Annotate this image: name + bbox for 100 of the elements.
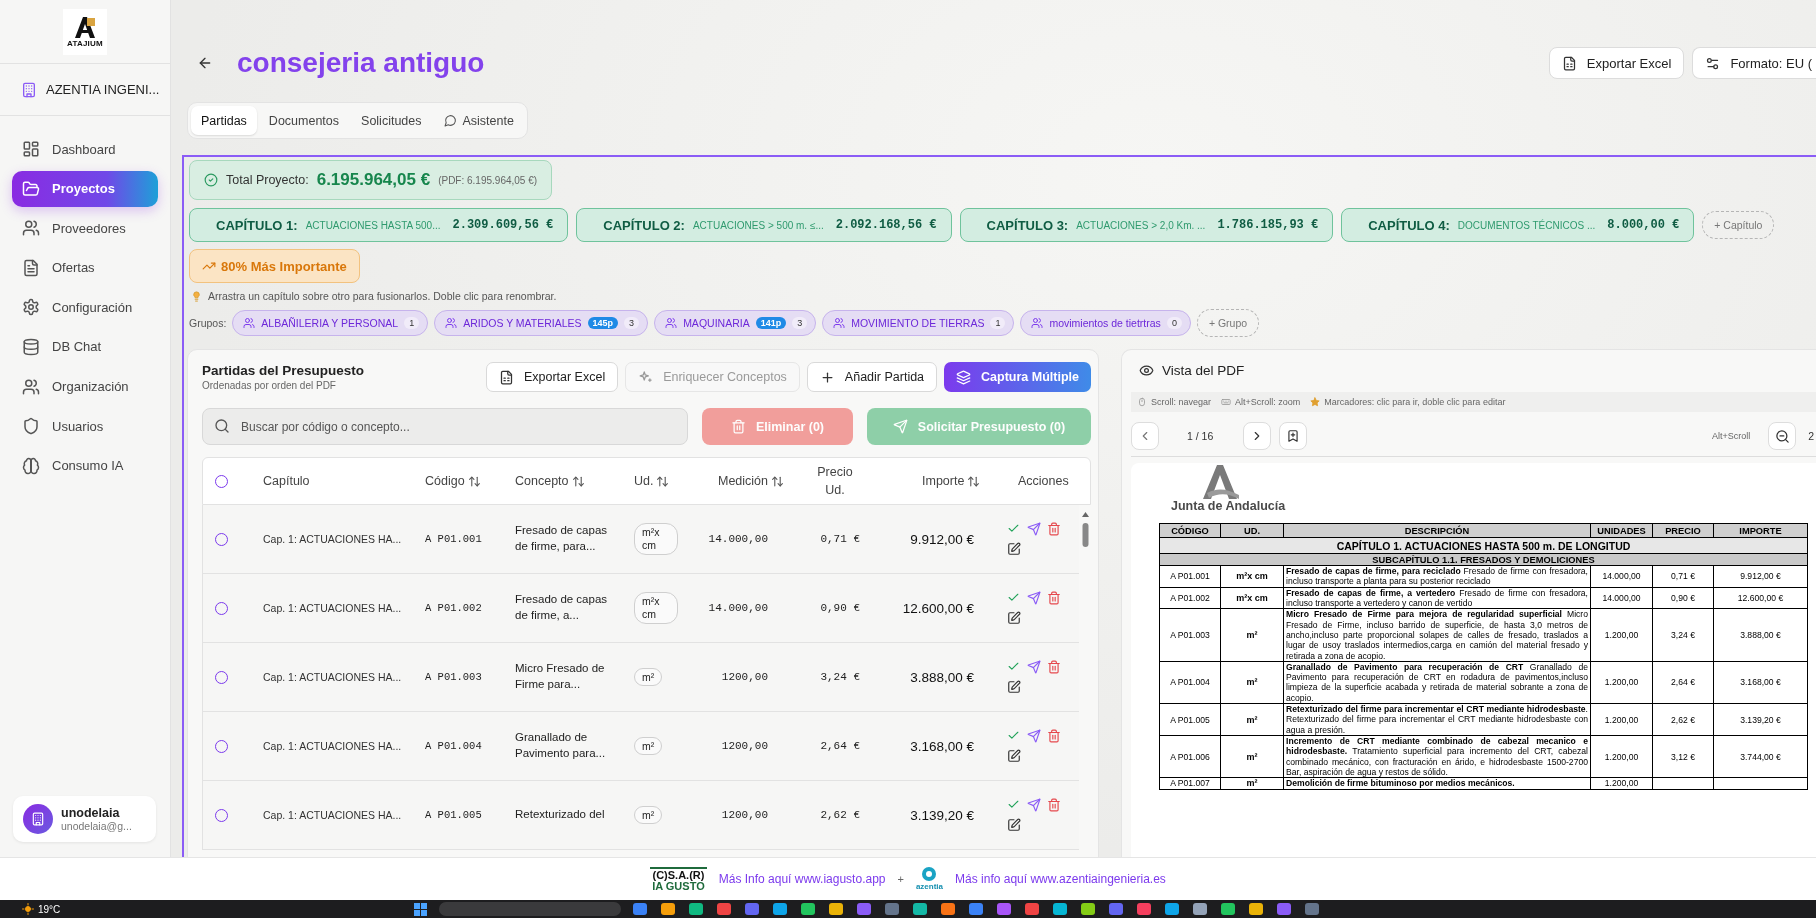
check-icon[interactable] <box>1007 729 1020 742</box>
nav-item[interactable]: Dashboard <box>12 131 158 167</box>
sortable-column-header[interactable]: Código <box>425 474 465 488</box>
tab[interactable]: Solicitudes <box>351 106 432 135</box>
check-icon[interactable] <box>1007 660 1020 673</box>
scrollbar[interactable] <box>1080 511 1090 549</box>
sortable-column-header[interactable]: Medición <box>718 474 769 488</box>
check-icon[interactable] <box>1007 798 1020 811</box>
sort-icon[interactable] <box>771 474 785 488</box>
search-field[interactable]: Buscar por código o concepto... <box>202 408 688 445</box>
nav-item[interactable]: Proyectos <box>12 170 158 207</box>
send-icon[interactable] <box>1027 729 1041 743</box>
taskbar-search-field[interactable] <box>439 902 622 916</box>
trash-icon[interactable] <box>1047 522 1061 536</box>
sortable-column-header[interactable]: Ud. <box>634 474 654 488</box>
nav-item[interactable]: Configuración <box>12 289 158 326</box>
check-icon[interactable] <box>1007 591 1020 604</box>
format-button[interactable]: Formato: EU ( <box>1692 47 1816 79</box>
export-button[interactable]: Exportar Excel <box>485 362 619 392</box>
nav-item[interactable]: DB Chat <box>12 328 158 365</box>
nav-item[interactable]: Consumo IA <box>12 447 158 484</box>
taskbar-app-icon[interactable] <box>717 903 732 915</box>
taskbar-app-icon[interactable] <box>941 903 956 915</box>
trash-icon[interactable] <box>1047 798 1061 812</box>
edit-icon[interactable] <box>1007 542 1021 556</box>
taskbar-app-icon[interactable] <box>1193 903 1208 915</box>
add-item-button[interactable]: Añadir Partida <box>806 362 938 392</box>
check-icon[interactable] <box>1007 522 1020 535</box>
taskbar-app-icon[interactable] <box>801 903 816 915</box>
table-row[interactable]: Cap. 1: ACTUACIONES HA... A P01.003 Micro Fresado de Firme para... m² 1200,00 3,24 € 3.888,00 € <box>202 643 1079 712</box>
taskbar-app-icon[interactable] <box>997 903 1012 915</box>
sort-icon[interactable] <box>967 474 981 488</box>
start-button[interactable] <box>414 902 428 916</box>
group-chip[interactable]: MOVIMIENTO DE TIERRAS 1 <box>822 310 1015 336</box>
taskbar-app-icon[interactable] <box>1277 903 1292 915</box>
taskbar-app-icon[interactable] <box>1221 903 1236 915</box>
table-row[interactable]: Cap. 1: ACTUACIONES HA... A P01.001 Fresado de capas de firme, para... m²x cm 14.000,00 0,71 € 9.912,00 € <box>202 505 1079 574</box>
sort-icon[interactable] <box>656 474 670 488</box>
edit-icon[interactable] <box>1007 680 1021 694</box>
tab[interactable]: Asistente <box>433 106 524 135</box>
taskbar-app-icon[interactable] <box>1081 903 1096 915</box>
capture-button[interactable]: Captura Múltiple <box>944 362 1091 392</box>
sort-icon[interactable] <box>571 474 585 488</box>
taskbar-app-icon[interactable] <box>913 903 928 915</box>
send-icon[interactable] <box>1027 660 1041 674</box>
nav-item[interactable]: Usuarios <box>12 408 158 445</box>
group-chip[interactable]: movimientos de tietrtras 0 <box>1020 310 1191 336</box>
send-icon[interactable] <box>1027 591 1041 605</box>
weather-icon[interactable] <box>22 903 34 915</box>
export-button[interactable]: Exportar Excel <box>1548 47 1685 79</box>
partner-logo-icon <box>922 867 937 881</box>
taskbar-app-icon[interactable] <box>1025 903 1040 915</box>
taskbar-app-icon[interactable] <box>745 903 760 915</box>
taskbar-app-icon[interactable] <box>633 903 648 915</box>
tab[interactable]: Partidas <box>191 106 257 135</box>
chapter-chip[interactable]: CAPÍTULO 1: ACTUACIONES HASTA 500... 2.309.609,56 € <box>189 208 569 242</box>
chapter-chip[interactable]: CAPÍTULO 3: ACTUACIONES > 2,0 Km. ... 1.786.185,93 € <box>959 208 1334 242</box>
zoom-out-button[interactable] <box>1768 422 1797 450</box>
link[interactable]: Más info aquí www.azentiaingenieria.es <box>955 872 1166 886</box>
user-card[interactable]: unodelaia unodelaia@g... <box>13 796 156 842</box>
taskbar-app-icon[interactable] <box>1109 903 1124 915</box>
sort-icon[interactable] <box>467 474 481 488</box>
taskbar-app-icon[interactable] <box>689 903 704 915</box>
sortable-column-header[interactable]: Concepto <box>515 474 569 488</box>
add-bookmark-button[interactable] <box>1279 422 1308 450</box>
chapter-chip[interactable]: CAPÍTULO 2: ACTUACIONES > 500 m. ≤... 2.092.168,56 € <box>576 208 952 242</box>
group-chip[interactable]: ALBAÑILERIA Y PERSONAL 1 <box>232 310 429 336</box>
document-cell: 2,64 € <box>1652 661 1714 704</box>
group-chip[interactable]: ARIDOS Y MATERIALES 145p 3 <box>434 310 649 336</box>
link[interactable]: Más Info aquí www.iagusto.app <box>718 872 886 886</box>
send-icon[interactable] <box>1027 522 1041 536</box>
edit-icon[interactable] <box>1007 611 1021 625</box>
taskbar-app-icon[interactable] <box>969 903 984 915</box>
trash-icon[interactable] <box>1047 729 1061 743</box>
nav-item[interactable]: Ofertas <box>12 249 158 286</box>
taskbar-app-icon[interactable] <box>885 903 900 915</box>
taskbar-app-icon[interactable] <box>1165 903 1180 915</box>
taskbar-app-icon[interactable] <box>829 903 844 915</box>
nav-item[interactable]: Proveedores <box>12 210 158 247</box>
table-row[interactable]: Cap. 1: ACTUACIONES HA... A P01.005 Retexturizado del m² 1200,00 2,62 € 3.139,20 € <box>202 781 1079 850</box>
table-row[interactable]: Cap. 1: ACTUACIONES HA... A P01.004 Granallado de Pavimento para... m² 1200,00 2,64 € 3.168,00 € <box>202 712 1079 781</box>
taskbar-app-icon[interactable] <box>773 903 788 915</box>
tab[interactable]: Documentos <box>258 106 350 135</box>
nav-item[interactable]: Organización <box>12 368 158 405</box>
edit-icon[interactable] <box>1007 749 1021 763</box>
chapter-chip[interactable]: CAPÍTULO 4: DOCUMENTOS TÉCNICOS ... 8.000,00 € <box>1341 208 1695 242</box>
taskbar-app-icon[interactable] <box>1053 903 1068 915</box>
trash-icon[interactable] <box>1047 660 1061 674</box>
edit-icon[interactable] <box>1007 818 1021 832</box>
taskbar-app-icon[interactable] <box>1305 903 1320 915</box>
group-chip[interactable]: MAQUINARIA 141p 3 <box>654 310 817 336</box>
table-row[interactable]: Cap. 1: ACTUACIONES HA... A P01.002 Fresado de capas de firme, a... m²x cm 14.000,00 0,90 € 12.600,00 € <box>202 574 1079 643</box>
taskbar-app-icon[interactable] <box>857 903 872 915</box>
taskbar-app-icon[interactable] <box>661 903 676 915</box>
taskbar-app-icon[interactable] <box>1137 903 1152 915</box>
trash-icon[interactable] <box>1047 591 1061 605</box>
taskbar-app-icon[interactable] <box>1249 903 1264 915</box>
sortable-column-header[interactable]: Importe <box>922 474 965 488</box>
group-name: movimientos de tietrtras <box>1049 317 1161 329</box>
send-icon[interactable] <box>1027 798 1041 812</box>
